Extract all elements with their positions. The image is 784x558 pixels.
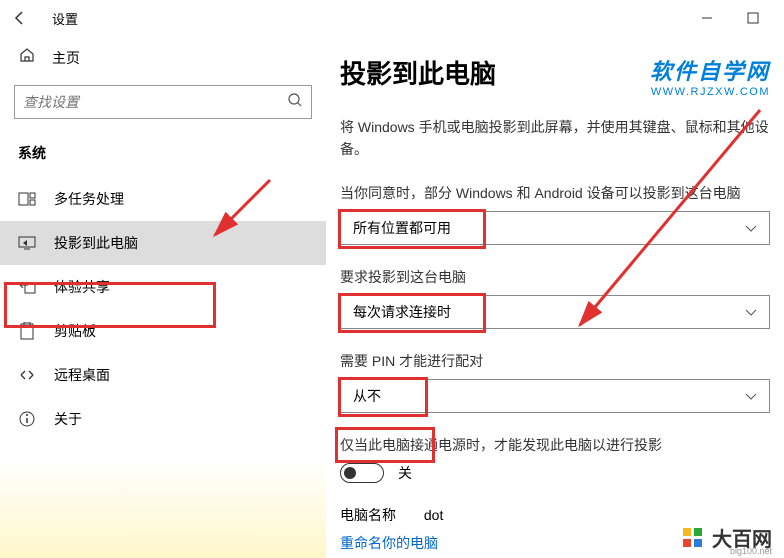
computer-name: dot <box>424 507 443 523</box>
home-icon <box>18 46 36 69</box>
sidebar-item-about[interactable]: 关于 <box>0 397 326 441</box>
dropdown-availability[interactable]: 所有位置都可用 <box>340 211 770 245</box>
search-input[interactable] <box>23 94 287 110</box>
dropdown-ask[interactable]: 每次请求连接时 <box>340 295 770 329</box>
chevron-down-icon <box>745 220 757 236</box>
section-title: 系统 <box>0 137 326 177</box>
sidebar-item-projecting[interactable]: 投影到此电脑 <box>0 221 326 265</box>
decoration <box>0 458 326 558</box>
share-icon <box>18 280 36 294</box>
search-icon <box>287 92 303 113</box>
toggle-label: 关 <box>398 463 412 483</box>
setting-label-3: 需要 PIN 才能进行配对 <box>340 351 770 371</box>
sidebar-item-remote[interactable]: 远程桌面 <box>0 353 326 397</box>
window-title: 设置 <box>52 9 78 28</box>
setting-label-4: 仅当此电脑接通电源时，才能发现此电脑以进行投影 <box>340 435 770 455</box>
minimize-button[interactable] <box>684 0 730 36</box>
annotation-highlight <box>338 377 428 417</box>
toggle-knob <box>344 467 356 479</box>
chevron-down-icon <box>745 304 757 320</box>
dropdown-value: 从不 <box>353 386 381 406</box>
sidebar-item-label: 关于 <box>54 409 82 429</box>
computer-name-row: 电脑名称 dot <box>340 505 770 525</box>
sidebar-item-label: 远程桌面 <box>54 365 110 385</box>
remote-icon <box>18 366 36 384</box>
sidebar-item-label: 剪贴板 <box>54 321 96 341</box>
about-icon <box>18 410 36 428</box>
sidebar-item-clipboard[interactable]: 剪贴板 <box>0 309 326 353</box>
dabai-logo-icon <box>680 525 706 551</box>
home-link[interactable]: 主页 <box>0 36 326 81</box>
multitask-icon <box>18 192 36 206</box>
page-title: 投影到此电脑 <box>340 54 496 91</box>
chevron-down-icon <box>745 388 757 404</box>
sidebar-item-label: 多任务处理 <box>54 189 124 209</box>
search-box[interactable] <box>14 85 312 119</box>
watermark-brand: 软件自学网 WWW.RJZXW.COM <box>650 54 770 98</box>
sidebar-item-share[interactable]: 体验共享 <box>0 265 326 309</box>
back-button[interactable] <box>8 6 32 30</box>
toggle-power[interactable] <box>340 463 384 483</box>
setting-label-2: 要求投影到这台电脑 <box>340 267 770 287</box>
watermark-dabai: 大百网 big100.net <box>680 523 772 552</box>
description: 将 Windows 手机或电脑投影到此屏幕，并使用其键盘、鼠标和其他设备。 <box>340 116 770 161</box>
dropdown-pin[interactable]: 从不 <box>340 379 770 413</box>
maximize-button[interactable] <box>730 0 776 36</box>
dropdown-value: 所有位置都可用 <box>353 218 451 238</box>
dropdown-value: 每次请求连接时 <box>353 302 451 322</box>
setting-label-1: 当你同意时，部分 Windows 和 Android 设备可以投影到这台电脑 <box>340 183 770 203</box>
sidebar-item-label: 投影到此电脑 <box>54 233 138 253</box>
clipboard-icon <box>18 322 36 340</box>
content-area: 投影到此电脑 软件自学网 WWW.RJZXW.COM 将 Windows 手机或… <box>326 36 784 558</box>
sidebar: 主页 系统 多任务处理 投影到此电脑 <box>0 36 326 558</box>
sidebar-item-multitask[interactable]: 多任务处理 <box>0 177 326 221</box>
home-label: 主页 <box>52 48 80 68</box>
project-icon <box>18 236 36 250</box>
sidebar-item-label: 体验共享 <box>54 277 110 297</box>
